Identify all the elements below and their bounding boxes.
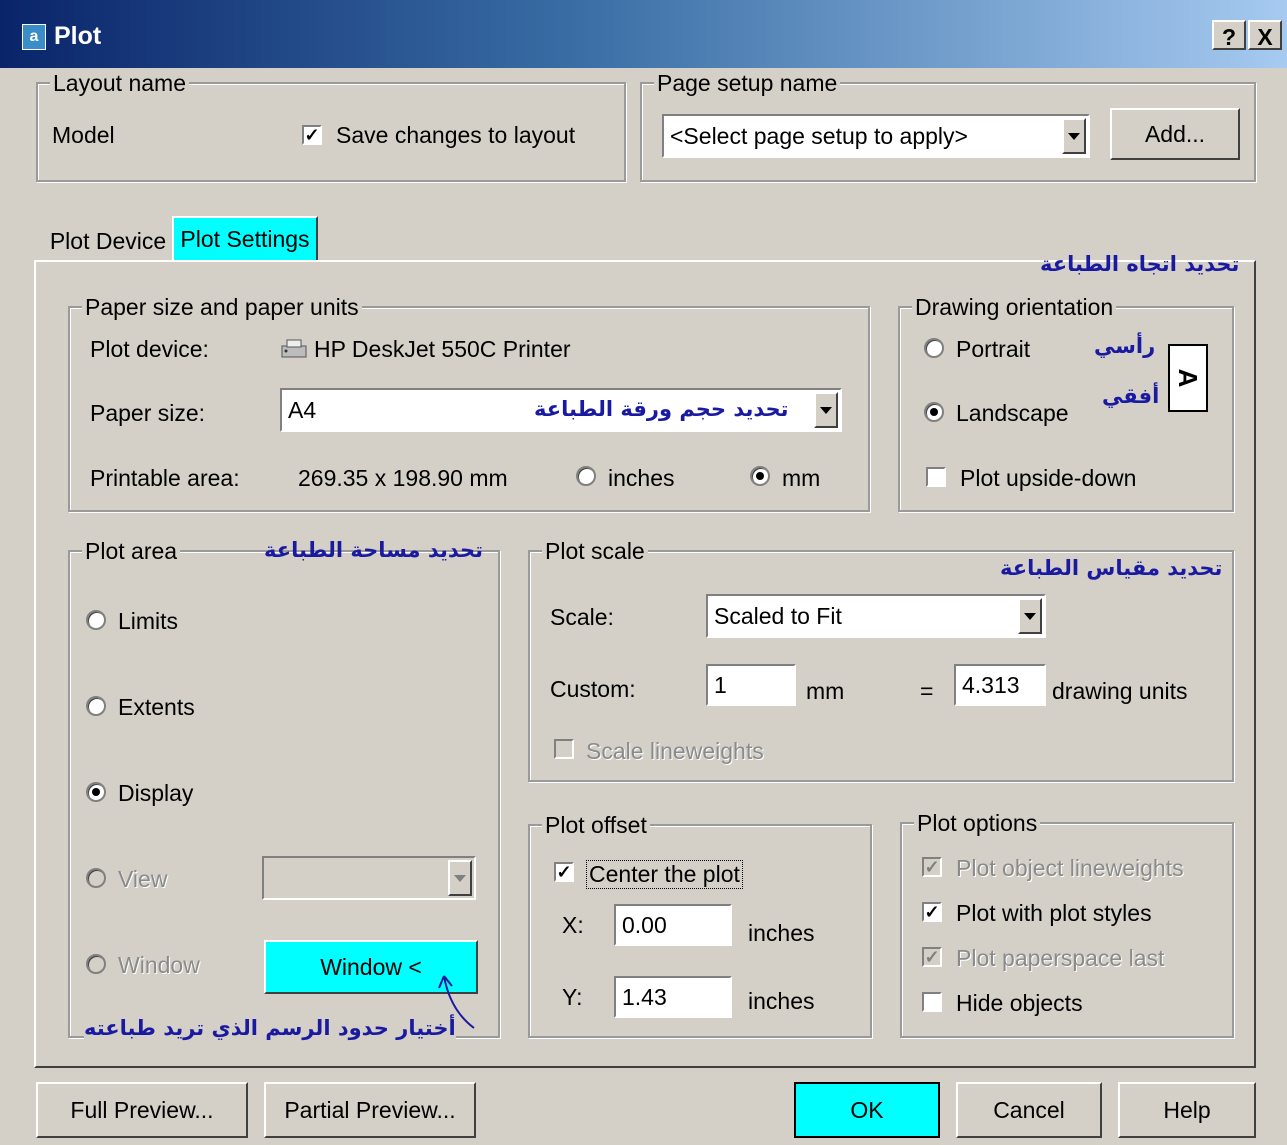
page-setup-selected: <Select page setup to apply> <box>670 123 968 149</box>
plot-object-lineweights-checkbox[interactable]: ✓ <box>922 857 942 877</box>
offset-y-input[interactable]: 1.43 <box>614 976 732 1018</box>
drawing-units-label: drawing units <box>1052 678 1188 704</box>
portrait-radio[interactable] <box>924 338 944 358</box>
paper-size-label: Paper size: <box>90 400 206 426</box>
save-changes-label[interactable]: Save changes to layout <box>336 122 575 149</box>
plot-paperspace-last-checkbox[interactable]: ✓ <box>922 947 942 967</box>
scale-lineweights-label: Scale lineweights <box>586 738 764 764</box>
display-label[interactable]: Display <box>118 780 193 807</box>
plot-device-name: HP DeskJet 550C Printer <box>314 336 571 362</box>
tab-plot-settings[interactable]: Plot Settings <box>172 216 318 262</box>
chevron-down-icon[interactable] <box>1062 118 1086 154</box>
view-radio[interactable] <box>86 868 106 888</box>
offset-x-unit: inches <box>748 920 815 946</box>
save-changes-checkbox[interactable]: ✓ <box>302 125 322 145</box>
paper-size-legend: Paper size and paper units <box>82 294 362 321</box>
chevron-down-icon[interactable] <box>814 392 838 428</box>
cancel-button[interactable]: Cancel <box>956 1082 1102 1138</box>
window-title: Plot <box>54 22 102 50</box>
hide-objects-checkbox[interactable] <box>922 992 942 1012</box>
offset-x-input[interactable]: 0.00 <box>614 904 732 946</box>
portrait-label[interactable]: Portrait <box>956 336 1030 363</box>
limits-label[interactable]: Limits <box>118 608 178 635</box>
equals-sign: = <box>920 678 934 704</box>
help-titlebar-button[interactable]: ? <box>1212 20 1246 50</box>
plot-with-styles-label[interactable]: Plot with plot styles <box>956 900 1152 927</box>
plot-paperspace-last-label: Plot paperspace last <box>956 945 1165 971</box>
view-label: View <box>118 866 168 892</box>
mm-radio[interactable] <box>750 466 770 486</box>
drawing-units-input[interactable]: 4.313 <box>954 664 1046 706</box>
layout-name-legend: Layout name <box>50 70 189 97</box>
drawing-orientation-legend: Drawing orientation <box>912 294 1117 321</box>
page-setup-dropdown[interactable]: <Select page setup to apply> <box>662 114 1090 158</box>
annotation-orientation: تحديد اتجاه الطباعة <box>1040 252 1240 276</box>
center-plot-checkbox[interactable]: ✓ <box>554 862 574 882</box>
hide-objects-label[interactable]: Hide objects <box>956 990 1083 1017</box>
view-dropdown[interactable] <box>262 856 476 900</box>
center-plot-label[interactable]: Center the plot <box>586 860 743 889</box>
plot-upside-down-label[interactable]: Plot upside-down <box>960 465 1136 492</box>
chevron-down-icon[interactable] <box>448 860 472 896</box>
inches-radio[interactable] <box>576 466 596 486</box>
chevron-down-icon[interactable] <box>1018 598 1042 634</box>
plot-scale-legend: Plot scale <box>542 538 648 565</box>
mm-radio-label[interactable]: mm <box>782 465 820 492</box>
page-setup-legend: Page setup name <box>654 70 841 97</box>
layout-name-value: Model <box>52 122 115 148</box>
offset-y-unit: inches <box>748 988 815 1014</box>
landscape-label[interactable]: Landscape <box>956 400 1069 427</box>
printable-area-label: Printable area: <box>90 465 240 491</box>
ok-button[interactable]: OK <box>794 1082 940 1138</box>
custom-unit: mm <box>806 678 845 704</box>
close-titlebar-button[interactable]: X <box>1248 20 1282 50</box>
autocad-app-icon: a <box>22 24 46 50</box>
plot-upside-down-checkbox[interactable] <box>926 467 946 487</box>
annotation-window: أختيار حدود الرسم الذي تريد طباعته <box>84 1016 456 1040</box>
annotation-landscape: أفقي <box>1102 384 1160 408</box>
scale-label: Scale: <box>550 604 614 630</box>
title-bar: a Plot ? X <box>0 0 1287 68</box>
window-label: Window <box>118 952 200 978</box>
printer-icon <box>278 338 310 360</box>
plot-object-lineweights-label: Plot object lineweights <box>956 855 1184 881</box>
landscape-orientation-icon: A <box>1168 344 1208 412</box>
offset-y-label: Y: <box>562 984 583 1010</box>
partial-preview-button[interactable]: Partial Preview... <box>264 1082 476 1138</box>
annotation-plot-area: تحديد مساحة الطباعة <box>264 538 483 562</box>
plot-area-legend: Plot area <box>82 538 181 565</box>
landscape-radio[interactable] <box>924 402 944 422</box>
inches-radio-label[interactable]: inches <box>608 465 674 492</box>
custom-mm-input[interactable]: 1 <box>706 664 796 706</box>
tab-plot-device[interactable]: Plot Device <box>46 222 170 260</box>
extents-radio[interactable] <box>86 696 106 716</box>
offset-x-label: X: <box>562 912 584 938</box>
plot-with-styles-checkbox[interactable]: ✓ <box>922 902 942 922</box>
annotation-portrait: رأسي <box>1094 334 1156 358</box>
paper-size-value: A4 <box>288 397 317 423</box>
plot-offset-legend: Plot offset <box>542 812 650 839</box>
scale-dropdown[interactable]: Scaled to Fit <box>706 594 1046 638</box>
limits-radio[interactable] <box>86 610 106 630</box>
display-radio[interactable] <box>86 782 106 802</box>
add-page-setup-button[interactable]: Add... <box>1110 108 1240 160</box>
full-preview-button[interactable]: Full Preview... <box>36 1082 248 1138</box>
annotation-paper-size: تحديد حجم ورقة الطباعة <box>534 397 789 421</box>
annotation-plot-scale: تحديد مقياس الطباعة <box>1000 556 1223 580</box>
custom-label: Custom: <box>550 676 636 702</box>
help-button[interactable]: Help <box>1118 1082 1256 1138</box>
scale-lineweights-checkbox[interactable] <box>554 739 574 759</box>
plot-device-label: Plot device: <box>90 336 209 362</box>
printable-area-value: 269.35 x 198.90 mm <box>298 465 508 491</box>
plot-options-legend: Plot options <box>914 810 1041 837</box>
scale-value: Scaled to Fit <box>714 603 842 629</box>
window-radio[interactable] <box>86 954 106 974</box>
extents-label[interactable]: Extents <box>118 694 195 721</box>
plot-device-value: HP DeskJet 550C Printer <box>278 336 571 363</box>
